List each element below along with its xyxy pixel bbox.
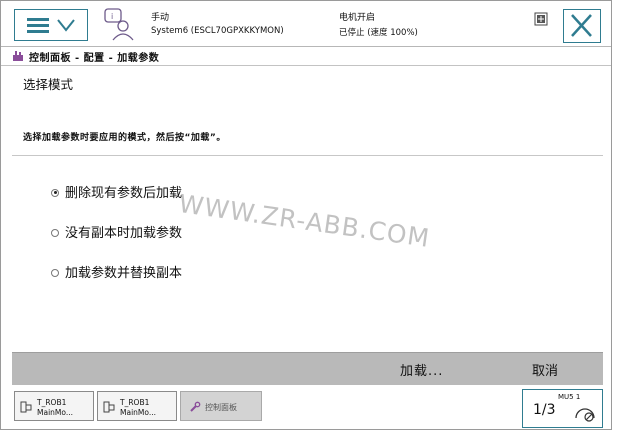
option-label: 没有副本时加载参数 (65, 226, 183, 241)
top-status-bar: i 手动 System6 (ESCL70GPXKKYMON) 电机开启 已停止 … (1, 1, 611, 47)
wrench-icon (190, 401, 201, 412)
close-icon (571, 14, 592, 37)
page-title: 选择模式 (23, 77, 74, 92)
divider (12, 155, 603, 156)
control-panel-icon (13, 51, 23, 61)
mechanical-unit-label: MU5 1 (558, 393, 581, 401)
command-bar: 加载... 取消 (12, 352, 603, 385)
taskbar: T_ROB1 MainMo... T_ROB1 MainMo... 控制面板 (1, 385, 611, 429)
watermark: WWW.ZR-ABB.COM (176, 189, 432, 253)
event-log-user-icon[interactable]: i (101, 7, 137, 41)
instruction-text: 选择加载参数时要应用的模式，然后按“加载”。 (23, 133, 226, 143)
flexpendant-window: i 手动 System6 (ESCL70GPXKKYMON) 电机开启 已停止 … (0, 0, 612, 430)
breadcrumb-text: 控制面板 - 配置 - 加载参数 (29, 53, 160, 64)
program-editor-icon (20, 401, 32, 413)
speed-icon (575, 408, 595, 422)
task-subtitle: MainMo... (120, 408, 156, 417)
menu-icon (27, 18, 75, 33)
task-title: T_ROB1 (120, 398, 150, 407)
run-state: 已停止 (速度 100%) (339, 28, 418, 38)
task-control-panel[interactable]: 控制面板 (180, 391, 262, 421)
radio-button-selected[interactable] (51, 188, 59, 197)
task-title: T_ROB1 (37, 398, 67, 407)
option-label: 删除现有参数后加载 (65, 186, 183, 201)
status-indicator-icon (534, 12, 548, 26)
option-load-replace-duplicates[interactable]: 加载参数并替换副本 (51, 262, 182, 281)
system-name: System6 (ESCL70GPXKKYMON) (151, 26, 284, 36)
cancel-button[interactable]: 取消 (532, 360, 558, 379)
abb-menu-button[interactable] (14, 9, 88, 41)
task-title: 控制面板 (205, 403, 237, 412)
radio-button[interactable] (51, 268, 59, 277)
option-label: 加载参数并替换副本 (65, 266, 183, 281)
task-t-rob1-2[interactable]: T_ROB1 MainMo... (97, 391, 177, 421)
option-load-no-duplicates[interactable]: 没有副本时加载参数 (51, 222, 182, 241)
task-t-rob1-1[interactable]: T_ROB1 MainMo... (14, 391, 94, 421)
breadcrumb: 控制面板 - 配置 - 加载参数 (1, 47, 611, 66)
option-delete-then-load[interactable]: 删除现有参数后加载 (51, 182, 182, 201)
program-editor-icon (103, 401, 115, 413)
close-button[interactable] (563, 9, 601, 43)
increment-label: 1/3 (533, 402, 556, 418)
motor-state: 电机开启 (339, 13, 376, 23)
svg-text:i: i (111, 12, 113, 21)
quickset-button[interactable]: MU5 1 1/3 (522, 389, 603, 428)
radio-button[interactable] (51, 228, 59, 237)
load-button[interactable]: 加载... (400, 360, 443, 379)
operating-mode: 手动 (151, 13, 170, 23)
task-subtitle: MainMo... (37, 408, 73, 417)
